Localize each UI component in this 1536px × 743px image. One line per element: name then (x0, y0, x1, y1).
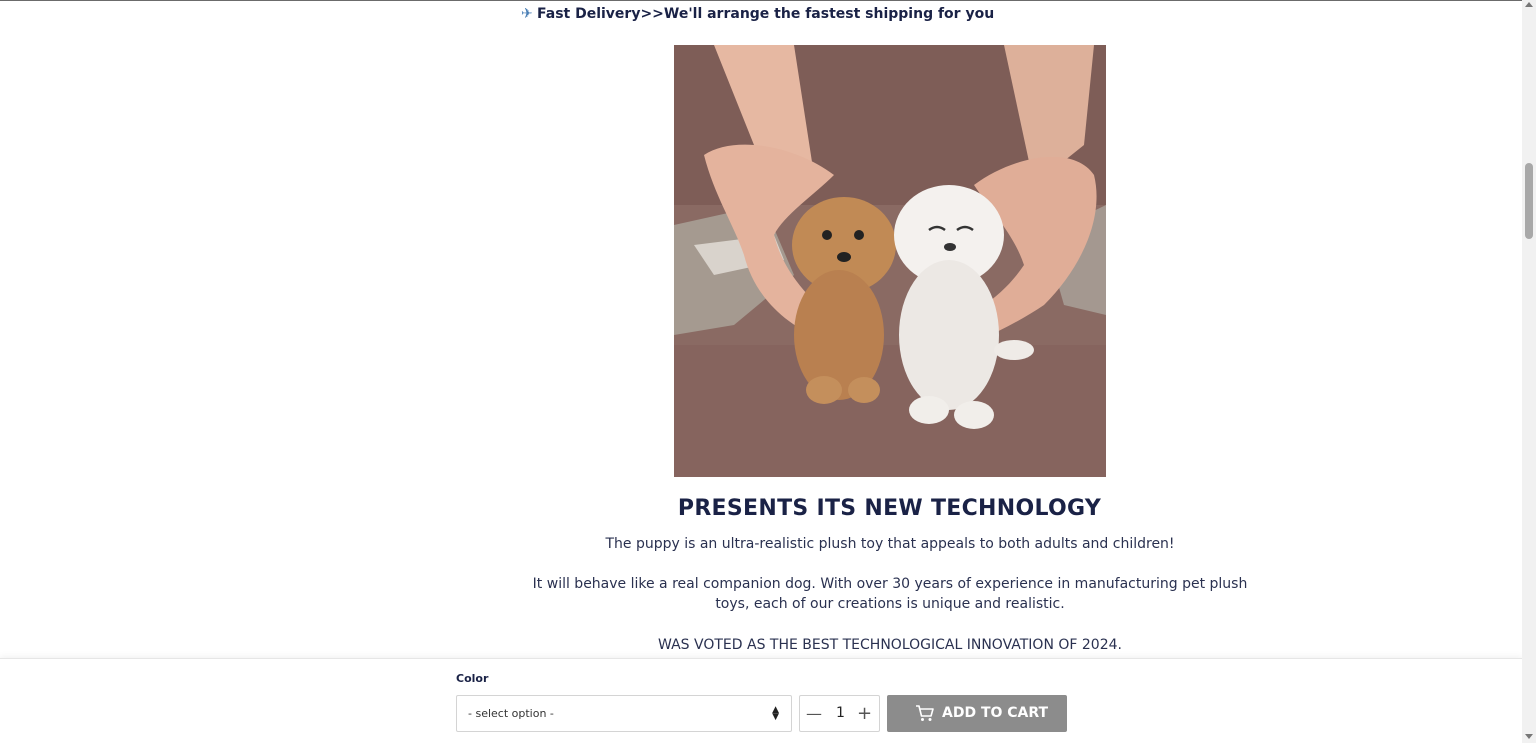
select-arrows-icon: ▲ ▼ (772, 705, 779, 722)
section-headline: PRESENTS ITS NEW TECHNOLOGY (677, 496, 1102, 521)
description-paragraph-2: It will behave like a real companion dog… (532, 576, 1248, 612)
sticky-purchase-bar: Color - select option - ▲ ▼ — 1 + ADD TO … (0, 658, 1522, 743)
increase-quantity-button[interactable]: + (857, 703, 872, 724)
product-image (674, 45, 1106, 477)
delivery-text: Fast Delivery>>We'll arrange the fastest… (537, 6, 995, 22)
scroll-down-arrow-icon[interactable] (1525, 734, 1533, 739)
color-label: Color (456, 672, 489, 685)
color-select-value: - select option - (468, 707, 554, 720)
puppies-photo (674, 45, 1106, 477)
decrease-quantity-button[interactable]: — (806, 704, 822, 723)
page-content: ✈ Fast Delivery>>We'll arrange the fastes… (0, 0, 1522, 658)
award-statement: WAS VOTED AS THE BEST TECHNOLOGICAL INNO… (658, 637, 1122, 653)
airplane-icon: ✈ (521, 6, 533, 22)
scrollbar-thumb[interactable] (1525, 163, 1533, 239)
scroll-up-arrow-icon[interactable] (1525, 2, 1533, 7)
vertical-scrollbar[interactable] (1522, 0, 1536, 743)
add-to-cart-label: ADD TO CART (942, 705, 1049, 721)
delivery-announcement: ✈ Fast Delivery>>We'll arrange the fastes… (521, 6, 994, 22)
quantity-stepper: — 1 + (799, 695, 880, 732)
add-to-cart-button[interactable]: ADD TO CART (887, 695, 1067, 732)
cart-icon (916, 705, 934, 721)
quantity-value[interactable]: 1 (836, 705, 845, 721)
description-paragraph-1: The puppy is an ultra-realistic plush to… (605, 536, 1175, 552)
color-select[interactable]: - select option - ▲ ▼ (456, 695, 792, 732)
